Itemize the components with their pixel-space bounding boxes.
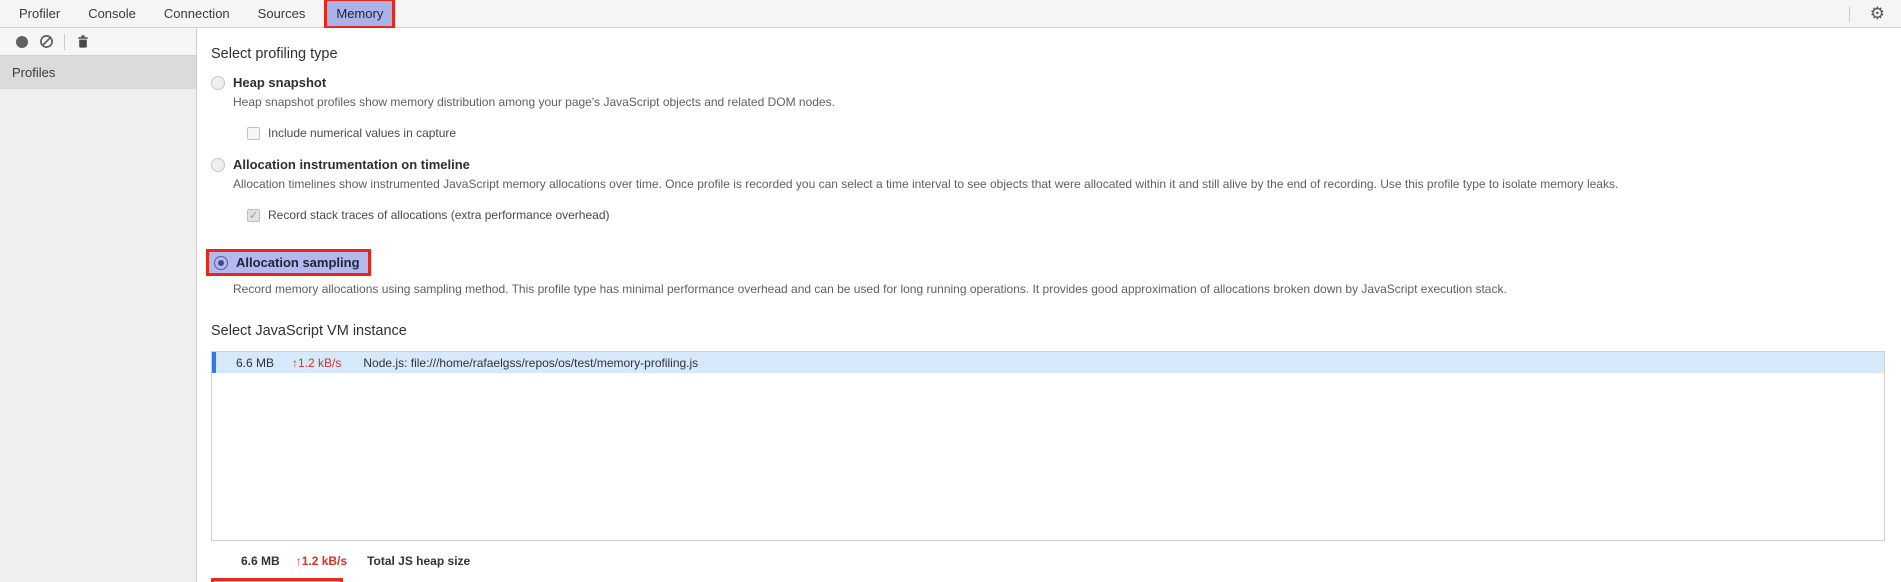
total-heap-size-label: Total JS heap size xyxy=(367,554,471,568)
heap-snapshot-radio-row[interactable]: Heap snapshot xyxy=(211,75,1885,90)
total-heap-rate-value: ↑1.2 kB/s xyxy=(295,554,348,568)
profiles-panel-header: Profiles xyxy=(0,56,196,89)
vm-heap-size: 6.6 MB xyxy=(236,355,275,370)
total-heap-size-value: 6.6 MB xyxy=(241,554,280,568)
option-heap-snapshot: Heap snapshot Heap snapshot profiles sho… xyxy=(211,75,1885,140)
include-numerical-values-label: Include numerical values in capture xyxy=(268,126,457,140)
record-stack-traces-checkbox[interactable]: ✓ xyxy=(247,208,260,222)
vm-instance-heading: Select JavaScript VM instance xyxy=(211,323,407,339)
tabbar-separator xyxy=(1848,5,1850,22)
delete-profile-button[interactable] xyxy=(71,30,95,54)
trash-icon xyxy=(78,35,88,48)
record-stack-traces-label: Record stack traces of allocations (extr… xyxy=(268,208,610,222)
record-icon xyxy=(16,35,28,48)
start-button-annotation-box: Start xyxy=(211,578,343,582)
tab-connection[interactable]: Connection xyxy=(155,1,239,26)
block-icon xyxy=(39,35,53,48)
option-allocation-timeline: Allocation instrumentation on timeline A… xyxy=(211,157,1885,222)
record-profile-button[interactable] xyxy=(10,30,34,54)
allocation-sampling-description: Record memory allocations using sampling… xyxy=(233,282,1507,296)
allocation-sampling-annotation-box: Allocation sampling xyxy=(206,249,371,276)
allocation-sampling-label[interactable]: Allocation sampling xyxy=(236,255,360,270)
total-heap-info: 6.6 MB ↑1.2 kB/s Total JS heap size xyxy=(241,554,1885,568)
include-numerical-values-row[interactable]: Include numerical values in capture xyxy=(247,126,1885,140)
include-numerical-values-checkbox[interactable] xyxy=(247,126,260,140)
profiler-toolbar xyxy=(0,28,196,56)
action-buttons-row: Start Load xyxy=(211,578,1885,582)
allocation-timeline-radio[interactable] xyxy=(211,157,225,172)
allocation-sampling-radio[interactable] xyxy=(214,255,228,270)
tab-console[interactable]: Console xyxy=(79,1,145,26)
devtools-tab-bar: Profiler Console Connection Sources Memo… xyxy=(0,0,1901,29)
devtools-window: Profiler Console Connection Sources Memo… xyxy=(0,0,1901,582)
clear-profiles-button[interactable] xyxy=(34,30,58,54)
tabbar-right-group: ⚙ xyxy=(1848,3,1891,24)
allocation-timeline-description: Allocation timelines show instrumented J… xyxy=(233,177,1619,191)
heap-snapshot-radio[interactable] xyxy=(211,75,225,90)
toolbar-separator xyxy=(64,33,65,50)
settings-gear-icon[interactable]: ⚙ xyxy=(1864,3,1891,24)
heap-snapshot-description: Heap snapshot profiles show memory distr… xyxy=(233,95,835,109)
vm-allocation-rate: ↑1.2 kB/s xyxy=(292,355,342,370)
heap-snapshot-label: Heap snapshot xyxy=(233,75,327,90)
profiles-sidebar: Profiles xyxy=(0,28,197,582)
memory-panel-content: Select profiling type Heap snapshot Heap… xyxy=(197,28,1901,582)
allocation-timeline-radio-row[interactable]: Allocation instrumentation on timeline xyxy=(211,157,1885,172)
record-stack-traces-row: ✓ Record stack traces of allocations (ex… xyxy=(247,208,1885,222)
vm-instance-list: 6.6 MB ↑1.2 kB/s Node.js: file:///home/r… xyxy=(211,351,1885,541)
tab-memory[interactable]: Memory xyxy=(327,1,393,26)
profiling-type-heading: Select profiling type xyxy=(211,46,338,62)
tab-profiler[interactable]: Profiler xyxy=(10,1,69,26)
vm-instance-row[interactable]: 6.6 MB ↑1.2 kB/s Node.js: file:///home/r… xyxy=(212,352,1884,373)
tab-sources[interactable]: Sources xyxy=(249,1,315,26)
vm-instance-name: Node.js: file:///home/rafaelgss/repos/os… xyxy=(363,355,699,370)
allocation-timeline-label: Allocation instrumentation on timeline xyxy=(233,157,470,172)
option-allocation-sampling: Allocation sampling Record memory alloca… xyxy=(206,239,1885,297)
memory-tab-annotation-box: Memory xyxy=(324,0,396,29)
